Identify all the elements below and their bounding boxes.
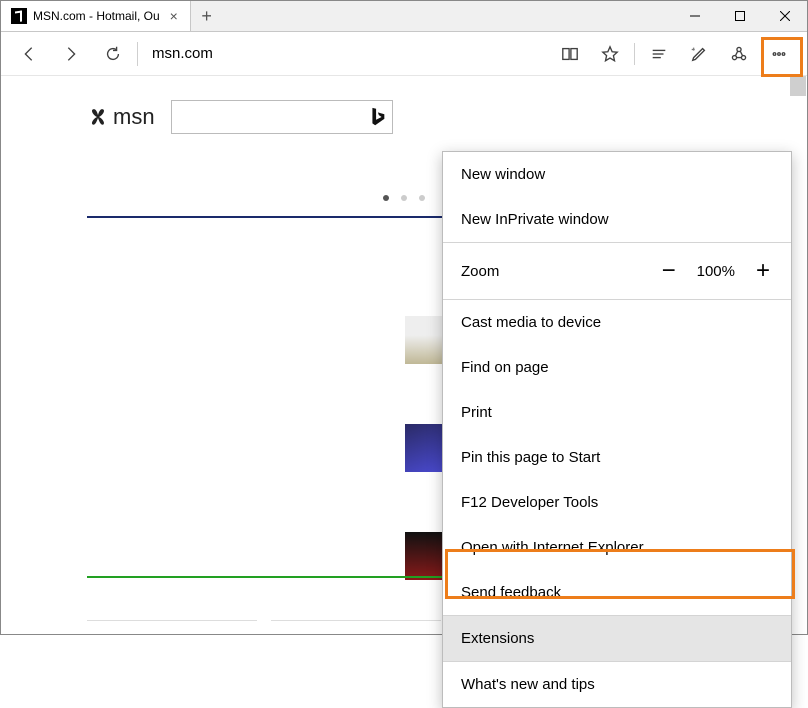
story-thumbnail[interactable] xyxy=(405,316,445,364)
menu-whats-new[interactable]: What's new and tips xyxy=(443,662,791,707)
window-minimize-button[interactable] xyxy=(672,1,717,31)
zoom-label: Zoom xyxy=(461,263,499,280)
butterfly-icon xyxy=(87,106,109,128)
zoom-value: 100% xyxy=(697,263,735,280)
favorites-star-icon[interactable] xyxy=(590,34,630,74)
msn-logo[interactable]: msn xyxy=(87,104,155,130)
more-menu: New window New InPrivate window Zoom − 1… xyxy=(442,151,792,708)
forward-button[interactable] xyxy=(51,34,91,74)
menu-pin-to-start[interactable]: Pin this page to Start xyxy=(443,435,791,480)
section-divider xyxy=(87,576,447,578)
window-close-button[interactable] xyxy=(762,1,807,31)
address-text: msn.com xyxy=(146,45,213,62)
search-input[interactable] xyxy=(171,100,393,134)
hub-icon[interactable] xyxy=(639,34,679,74)
menu-open-with-ie[interactable]: Open with Internet Explorer xyxy=(443,525,791,570)
bing-icon xyxy=(366,106,388,128)
story-thumbnail[interactable] xyxy=(405,424,445,472)
address-bar[interactable]: msn.com xyxy=(146,34,548,74)
dot-3[interactable] xyxy=(419,195,425,201)
menu-find[interactable]: Find on page xyxy=(443,345,791,390)
new-tab-button[interactable]: + xyxy=(191,1,223,31)
msn-favicon xyxy=(11,8,27,24)
menu-cast[interactable]: Cast media to device xyxy=(443,300,791,345)
tab-close-icon[interactable]: × xyxy=(166,8,182,24)
menu-new-inprivate[interactable]: New InPrivate window xyxy=(443,197,791,242)
more-menu-button[interactable] xyxy=(759,34,799,74)
share-icon[interactable] xyxy=(719,34,759,74)
web-note-icon[interactable] xyxy=(679,34,719,74)
menu-developer-tools[interactable]: F12 Developer Tools xyxy=(443,480,791,525)
window-titlebar: MSN.com - Hotmail, Ou × + xyxy=(1,1,807,32)
msn-brand-text: msn xyxy=(113,104,155,130)
vertical-scrollbar[interactable] xyxy=(790,76,806,634)
menu-print[interactable]: Print xyxy=(443,390,791,435)
story-thumbnail[interactable] xyxy=(405,532,445,580)
menu-zoom: Zoom − 100% + xyxy=(443,243,791,299)
zoom-out-button[interactable]: − xyxy=(659,257,679,285)
toolbar-separator xyxy=(634,43,635,65)
content-card[interactable] xyxy=(87,620,257,640)
browser-toolbar: msn.com xyxy=(1,32,807,76)
toolbar-separator xyxy=(137,42,138,66)
tab-title: MSN.com - Hotmail, Ou xyxy=(33,9,160,23)
browser-tab[interactable]: MSN.com - Hotmail, Ou × xyxy=(1,1,191,31)
menu-extensions[interactable]: Extensions xyxy=(443,616,791,661)
zoom-in-button[interactable]: + xyxy=(753,257,773,285)
story-thumbnails xyxy=(405,316,445,580)
window-maximize-button[interactable] xyxy=(717,1,762,31)
page-content: msn New window New InPrivate window Zoom… xyxy=(1,76,807,634)
dot-1[interactable] xyxy=(383,195,389,201)
back-button[interactable] xyxy=(9,34,49,74)
content-card[interactable] xyxy=(271,620,441,640)
menu-send-feedback[interactable]: Send feedback xyxy=(443,570,791,615)
menu-new-window[interactable]: New window xyxy=(443,152,791,197)
dot-2[interactable] xyxy=(401,195,407,201)
refresh-button[interactable] xyxy=(93,34,133,74)
scrollbar-thumb[interactable] xyxy=(790,76,806,96)
reading-view-icon[interactable] xyxy=(550,34,590,74)
